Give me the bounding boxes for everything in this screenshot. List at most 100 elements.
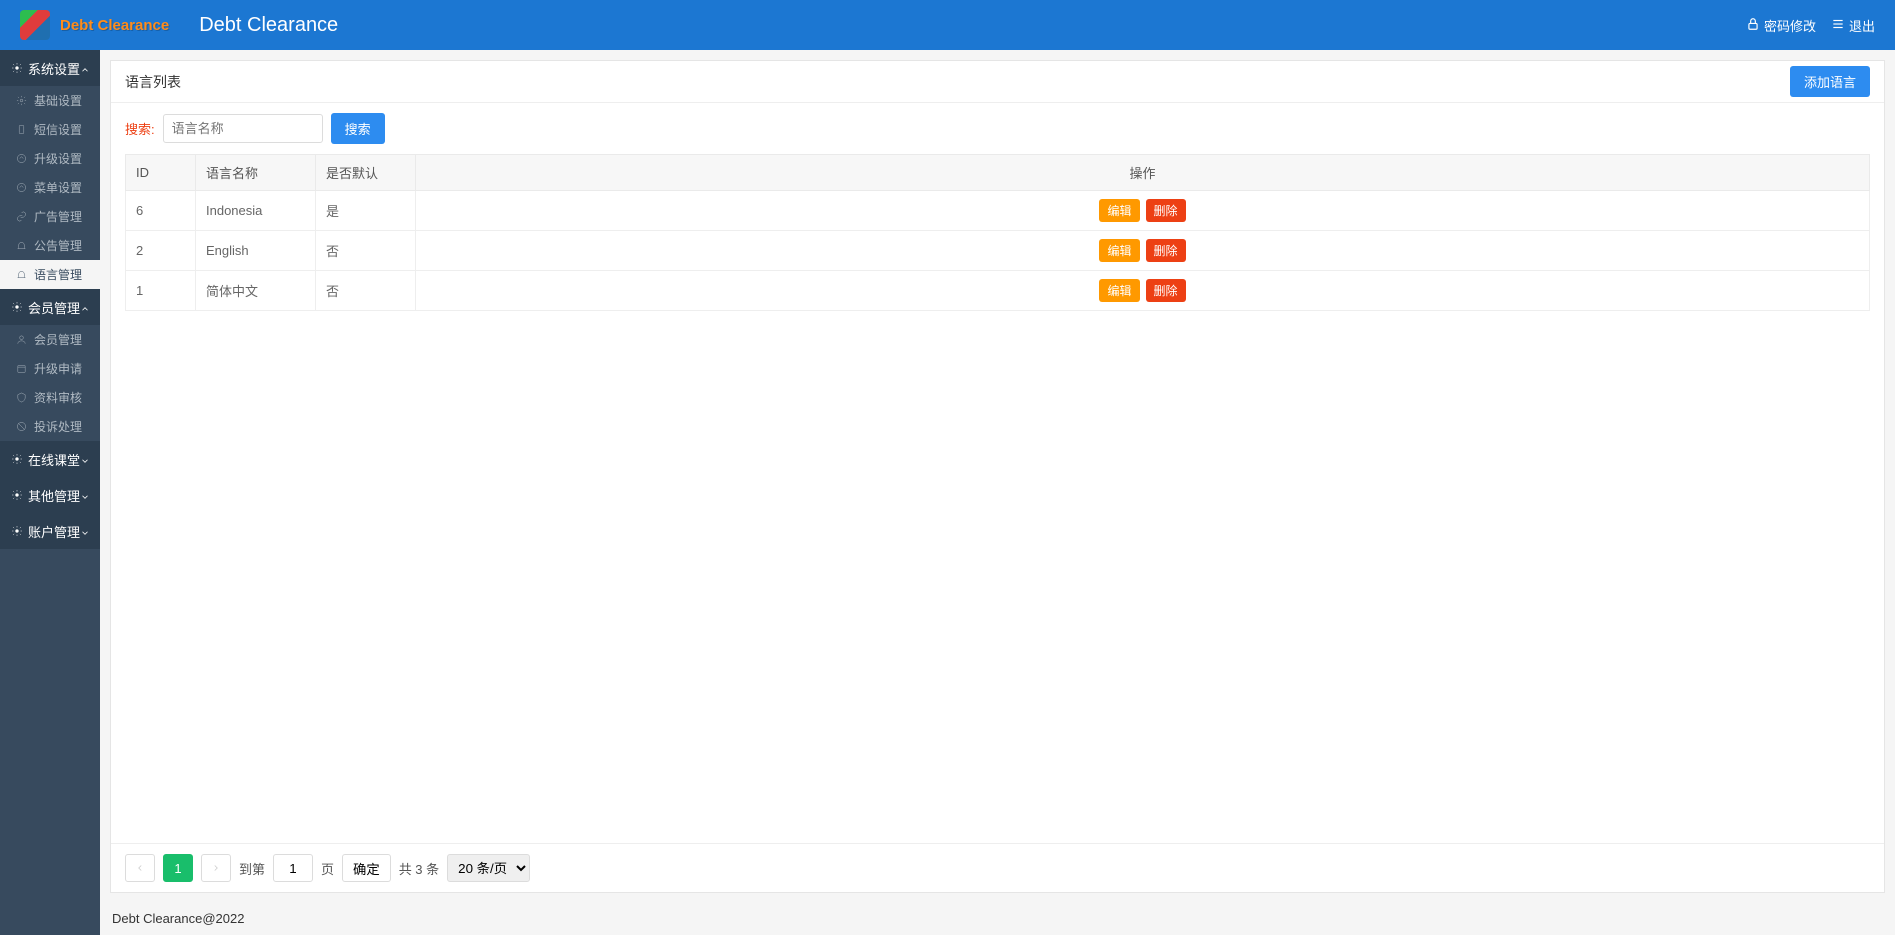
search-input[interactable]: [163, 114, 323, 143]
menu-group-label: 系统设置: [28, 59, 80, 78]
sidebar-item-label: 会员管理: [34, 331, 82, 348]
menu-group-header[interactable]: 账户管理: [0, 513, 100, 549]
delete-button[interactable]: 删除: [1146, 279, 1186, 302]
menu-group-label: 其他管理: [28, 486, 80, 505]
chevron-up-icon: [80, 302, 90, 312]
menu-group-header[interactable]: 系统设置: [0, 50, 100, 86]
up-icon: [16, 153, 28, 165]
page-1-button[interactable]: 1: [163, 854, 193, 882]
sidebar-item-label: 短信设置: [34, 121, 82, 138]
logout-label: 退出: [1849, 16, 1875, 35]
change-password-label: 密码修改: [1764, 16, 1816, 35]
prev-page-button[interactable]: [125, 854, 155, 882]
change-password-link[interactable]: 密码修改: [1746, 16, 1816, 35]
sidebar-item[interactable]: 基础设置: [0, 86, 100, 115]
bell-icon: [16, 269, 28, 281]
goto-label: 到第: [239, 859, 265, 878]
chevron-down-icon: [80, 454, 90, 464]
gear-icon: [16, 95, 28, 107]
table-row: 1简体中文否编辑删除: [126, 271, 1870, 311]
delete-button[interactable]: 删除: [1146, 199, 1186, 222]
col-id-header: ID: [126, 155, 196, 191]
logo-icon: [20, 10, 50, 40]
group-icon: [10, 61, 24, 75]
edit-button[interactable]: 编辑: [1099, 239, 1139, 262]
table-row: 6Indonesia是编辑删除: [126, 191, 1870, 231]
group-icon: [10, 488, 24, 502]
user-icon: [16, 334, 28, 346]
delete-button[interactable]: 删除: [1146, 239, 1186, 262]
add-language-button[interactable]: 添加语言: [1790, 66, 1870, 97]
cell-ops: 编辑删除: [416, 271, 1870, 311]
menu-group-label: 会员管理: [28, 298, 80, 317]
chevron-down-icon: [80, 490, 90, 500]
sidebar-item-label: 广告管理: [34, 208, 82, 225]
logout-link[interactable]: 退出: [1831, 16, 1875, 35]
cell-name: English: [196, 231, 316, 271]
sidebar-item[interactable]: 菜单设置: [0, 173, 100, 202]
sidebar-item-label: 升级申请: [34, 360, 82, 377]
cell-id: 2: [126, 231, 196, 271]
search-button[interactable]: 搜索: [331, 113, 385, 144]
link-icon: [16, 211, 28, 223]
sidebar-item[interactable]: 公告管理: [0, 231, 100, 260]
card-title: 语言列表: [125, 72, 181, 92]
page-size-select[interactable]: 20 条/页: [447, 854, 530, 882]
cell-id: 6: [126, 191, 196, 231]
sidebar-item[interactable]: 语言管理: [0, 260, 100, 289]
language-table: ID 语言名称 是否默认 操作 6Indonesia是编辑删除2English否…: [125, 154, 1870, 311]
ban-icon: [16, 421, 28, 433]
sidebar-item-label: 资料审核: [34, 389, 82, 406]
sidebar-item-label: 投诉处理: [34, 418, 82, 435]
search-row: 搜索: 搜索: [111, 103, 1884, 154]
shield-icon: [16, 392, 28, 404]
col-name-header: 语言名称: [196, 155, 316, 191]
edit-button[interactable]: 编辑: [1099, 199, 1139, 222]
sidebar-item[interactable]: 投诉处理: [0, 412, 100, 441]
page-unit-label: 页: [321, 859, 334, 878]
sidebar-item-label: 菜单设置: [34, 179, 82, 196]
card-header: 语言列表 添加语言: [111, 61, 1884, 103]
menu-group-header[interactable]: 会员管理: [0, 289, 100, 325]
up-icon: [16, 182, 28, 194]
logo-text: Debt Clearance: [60, 17, 169, 34]
lock-icon: [1746, 17, 1760, 34]
sidebar-item[interactable]: 资料审核: [0, 383, 100, 412]
sidebar: 系统设置基础设置短信设置升级设置菜单设置广告管理公告管理语言管理会员管理会员管理…: [0, 50, 100, 935]
group-icon: [10, 524, 24, 538]
top-bar: Debt Clearance Debt Clearance 密码修改 退出: [0, 0, 1895, 50]
cell-ops: 编辑删除: [416, 231, 1870, 271]
bell-icon: [16, 240, 28, 252]
pagination: 1 到第 页 确定 共 3 条 20 条/页: [111, 843, 1884, 892]
sidebar-item[interactable]: 升级设置: [0, 144, 100, 173]
total-label: 共 3 条: [399, 859, 439, 878]
col-ops-header: 操作: [416, 155, 1870, 191]
goto-confirm-button[interactable]: 确定: [342, 854, 391, 882]
sidebar-item[interactable]: 广告管理: [0, 202, 100, 231]
cal-icon: [16, 363, 28, 375]
cell-name: Indonesia: [196, 191, 316, 231]
next-page-button[interactable]: [201, 854, 231, 882]
table-row: 2English否编辑删除: [126, 231, 1870, 271]
cell-default: 否: [316, 231, 416, 271]
chevron-down-icon: [80, 526, 90, 536]
sidebar-item[interactable]: 升级申请: [0, 354, 100, 383]
menu-group-label: 在线课堂: [28, 450, 80, 469]
menu-group-header[interactable]: 在线课堂: [0, 441, 100, 477]
group-icon: [10, 300, 24, 314]
sidebar-item-label: 基础设置: [34, 92, 82, 109]
sidebar-item-label: 语言管理: [34, 266, 82, 283]
sidebar-item[interactable]: 会员管理: [0, 325, 100, 354]
menu-group-header[interactable]: 其他管理: [0, 477, 100, 513]
sidebar-item[interactable]: 短信设置: [0, 115, 100, 144]
content-card: 语言列表 添加语言 搜索: 搜索 ID 语言名称 是否默认 操作: [110, 60, 1885, 893]
menu-group-label: 账户管理: [28, 522, 80, 541]
search-label: 搜索:: [125, 119, 155, 138]
menu-icon: [1831, 17, 1845, 34]
sidebar-item-label: 公告管理: [34, 237, 82, 254]
edit-button[interactable]: 编辑: [1099, 279, 1139, 302]
goto-page-input[interactable]: [273, 854, 313, 882]
footer-text: Debt Clearance@2022: [100, 903, 1895, 935]
chevron-up-icon: [80, 63, 90, 73]
group-icon: [10, 452, 24, 466]
